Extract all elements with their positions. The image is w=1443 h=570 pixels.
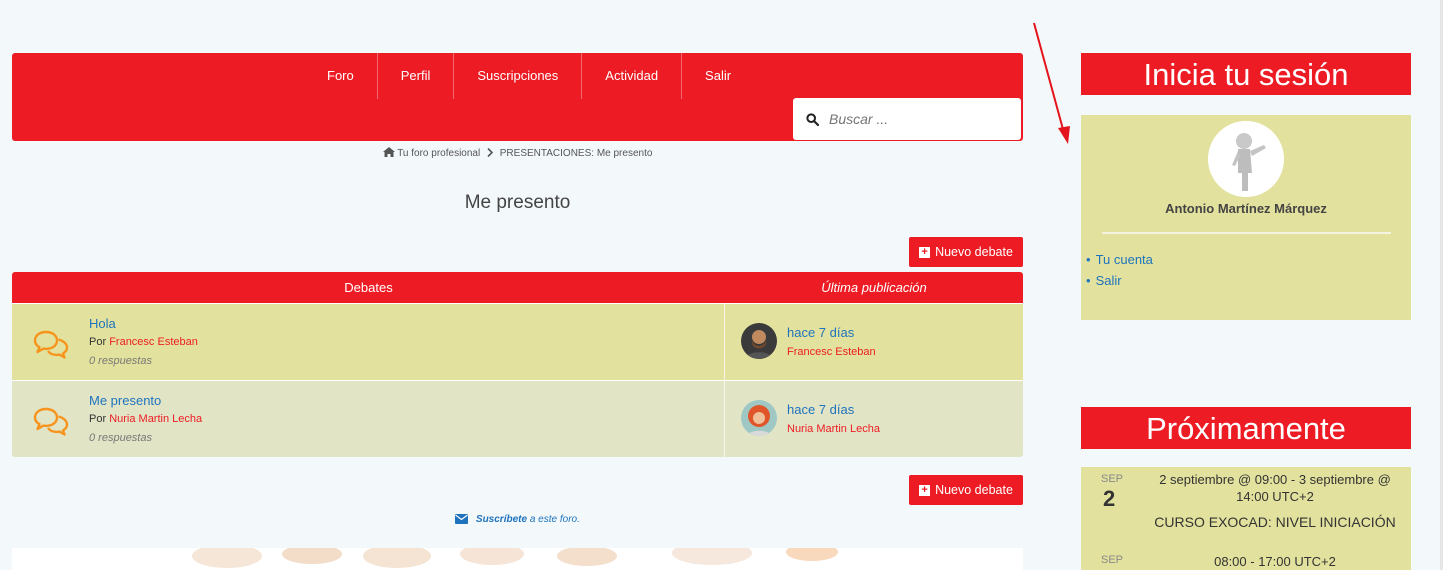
user-avatar — [1208, 121, 1284, 197]
topic-author-line: Por Francesc Esteban — [89, 336, 198, 348]
new-topic-button-bottom[interactable]: + Nuevo debate — [909, 475, 1023, 505]
reply-count: 0 respuestas — [89, 355, 152, 367]
event-day: 2 — [1103, 486, 1116, 511]
avatar[interactable] — [741, 323, 777, 359]
envelope-icon — [455, 514, 469, 524]
last-post-cell: hace 7 días Francesc Esteban — [725, 304, 1023, 380]
topic-cell: Hola Por Francesc Esteban 0 respuestas — [12, 304, 725, 380]
login-widget: Antonio Martínez Márquez Tu cuenta Salir — [1081, 115, 1411, 320]
freshness-link[interactable]: hace 7 días — [787, 402, 854, 417]
table-row: Me presento Por Nuria Martin Lecha 0 res… — [12, 380, 1023, 457]
discussion-bubbles-icon — [33, 330, 69, 359]
forum-nav-bar: Foro Perfil Suscripciones Actividad Sali… — [12, 53, 1023, 141]
last-post-cell: hace 7 días Nuria Martin Lecha — [725, 381, 1023, 457]
event-month: SEP — [1101, 473, 1124, 485]
topic-author-link[interactable]: Nuria Martin Lecha — [109, 413, 202, 425]
upcoming-widget-title: Próximamente — [1081, 407, 1411, 449]
divider — [1102, 232, 1391, 234]
event-title-link[interactable]: CURSO EXOCAD: NIVEL INICIACIÓN — [1143, 514, 1407, 530]
search-box[interactable] — [793, 98, 1021, 140]
topic-title-link[interactable]: Hola — [89, 316, 116, 331]
page-title: Me presento — [464, 192, 571, 213]
nav-item-actividad[interactable]: Actividad — [581, 53, 681, 99]
topic-author-line: Por Nuria Martin Lecha — [89, 413, 202, 425]
nav-item-foro[interactable]: Foro — [304, 53, 377, 99]
home-icon — [382, 147, 395, 157]
avatar[interactable] — [741, 400, 777, 436]
event-time: 08:00 - 17:00 UTC+2 — [1214, 554, 1336, 569]
table-header: Debates Última publicación — [12, 272, 1023, 303]
new-topic-label: Nuevo debate — [935, 483, 1013, 497]
breadcrumb-current: PRESENTACIONES: Me presento — [499, 148, 653, 159]
breadcrumb-home[interactable]: Tu foro profesional — [397, 148, 480, 159]
subscribe-rest: a este foro. — [529, 514, 580, 525]
account-link-salir[interactable]: Salir — [1086, 273, 1153, 294]
topic-author-link[interactable]: Francesc Esteban — [109, 336, 198, 348]
reply-count: 0 respuestas — [89, 432, 152, 444]
account-link-tu-cuenta[interactable]: Tu cuenta — [1086, 252, 1153, 273]
column-header-last-post: Última publicación — [821, 280, 927, 295]
nav-item-perfil[interactable]: Perfil — [376, 53, 454, 99]
event-month: SEP — [1101, 554, 1124, 566]
subscribe-link[interactable]: Suscríbete a este foro. — [0, 514, 1035, 525]
by-prefix: Por — [89, 413, 107, 425]
column-header-debates: Debates — [344, 280, 393, 295]
new-topic-button-top[interactable]: + Nuevo debate — [909, 237, 1023, 267]
chevron-right-icon — [487, 147, 494, 158]
by-prefix: Por — [89, 336, 107, 348]
last-author-link[interactable]: Francesc Esteban — [787, 346, 876, 358]
new-topic-label: Nuevo debate — [935, 245, 1013, 259]
last-author-link[interactable]: Nuria Martin Lecha — [787, 423, 880, 435]
freshness-link[interactable]: hace 7 días — [787, 325, 854, 340]
plus-icon: + — [919, 484, 931, 496]
nav-item-suscripciones[interactable]: Suscripciones — [453, 53, 581, 99]
login-widget-title: Inicia tu sesión — [1081, 53, 1411, 95]
banner-image — [12, 548, 1023, 570]
plus-icon: + — [919, 246, 931, 258]
discussion-bubbles-icon — [33, 407, 69, 436]
nav-item-salir[interactable]: Salir — [681, 53, 754, 99]
subscribe-bold: Suscríbete — [475, 514, 528, 525]
topic-cell: Me presento Por Nuria Martin Lecha 0 res… — [12, 381, 725, 457]
upcoming-events-list: SEP 2 2 septiembre @ 09:00 - 3 septiembr… — [1081, 467, 1411, 570]
account-links: Tu cuenta Salir — [1086, 252, 1153, 294]
event-time: 2 septiembre @ 09:00 - 3 septiembre @ 14… — [1159, 472, 1391, 504]
search-icon — [806, 112, 819, 126]
user-name: Antonio Martínez Márquez — [1165, 201, 1327, 216]
search-input[interactable] — [829, 111, 999, 127]
breadcrumb: Tu foro profesional PRESENTACIONES: Me p… — [0, 147, 1035, 159]
topic-title-link[interactable]: Me presento — [89, 393, 161, 408]
table-row: Hola Por Francesc Esteban 0 respuestas h… — [12, 303, 1023, 380]
forum-nav-menu: Foro Perfil Suscripciones Actividad Sali… — [304, 53, 754, 99]
topics-table: Debates Última publicación Hola Por Fran… — [12, 272, 1023, 457]
